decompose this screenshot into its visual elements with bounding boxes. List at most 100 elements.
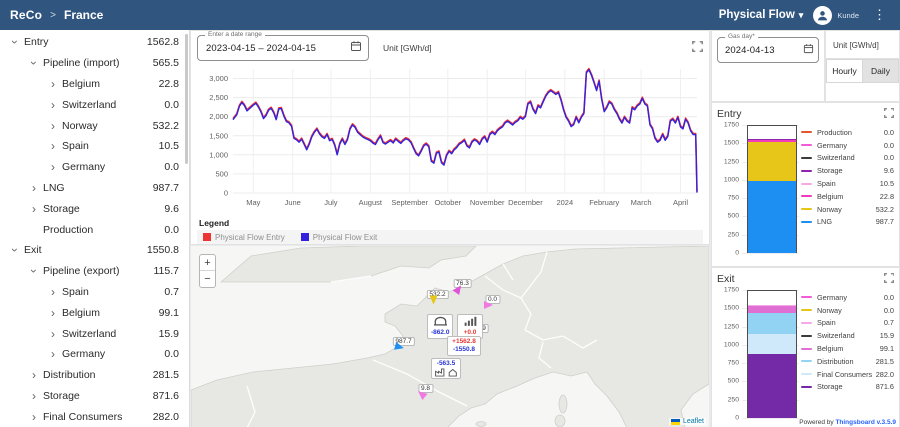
chevron-right-icon[interactable]: › [46,308,60,318]
kebab-menu-icon[interactable]: ⋮ [869,7,890,23]
physical-flow-dropdown[interactable]: Physical Flow ▾ [719,9,804,21]
tree-item-value: 0.7 [164,286,179,298]
chevron-right-icon[interactable]: › [46,100,60,110]
germany-flow-marker[interactable]: 0.0 [488,305,497,313]
map-attribution[interactable]: Leaflet [669,418,706,425]
spain-flow-marker[interactable]: 9.8 [421,394,430,402]
belgium-flow-marker[interactable]: 76.3 [458,289,467,297]
bar-legend-row[interactable]: Final Consumers282.0 [801,368,894,381]
svg-text:November: November [470,198,505,207]
flow-arrow-icon [430,296,438,305]
date-range-field[interactable]: Enter a date range 2023-04-15 – 2024-04-… [197,35,369,61]
tree-item-label: Distribution [43,369,96,381]
zoom-out-button[interactable]: − [200,271,215,287]
legend-label: Production [817,128,884,137]
leaflet-link[interactable]: Leaflet [683,418,704,425]
chevron-right-icon[interactable]: › [27,412,41,422]
tree-row-lng[interactable]: ›LNG987.7 [0,178,189,199]
bar-legend-row[interactable]: Belgium99.1 [801,342,894,355]
tree-row-belgium[interactable]: ›Belgium22.8 [0,74,189,95]
bar-legend-row[interactable]: Storage9.6 [801,164,894,177]
consumption-flow-box[interactable]: -563.5 [431,358,461,379]
breadcrumb-page: France [64,8,103,22]
chevron-down-icon[interactable]: › [10,243,20,257]
sidebar-scrollbar[interactable] [185,34,188,164]
tree-item-value: 0.0 [164,224,179,236]
tree-row-entry[interactable]: ›Entry1562.8 [0,32,189,53]
bar-legend-row[interactable]: Germany0.0 [801,291,894,304]
lng-flow-marker[interactable]: 987.7 [399,347,408,355]
legend-item[interactable]: Physical Flow Entry [203,233,285,242]
norway-flow-marker[interactable]: 532.2 [433,300,442,308]
fullscreen-icon[interactable] [692,39,703,57]
hourly-button[interactable]: Hourly [826,59,862,83]
bar-legend-row[interactable]: Distribution281.5 [801,355,894,368]
tree-row-storage[interactable]: ›Storage9.6 [0,198,189,219]
bar-legend-row[interactable]: Norway0.0 [801,304,894,317]
tree-row-production[interactable]: Production0.0 [0,219,189,240]
bar-legend-row[interactable]: Spain0.7 [801,317,894,330]
chevron-right-icon[interactable]: › [46,287,60,297]
gas-day-field[interactable]: Gas day* 2024-04-13 [717,37,819,63]
tree-row-switzerland[interactable]: ›Switzerland15.9 [0,323,189,344]
tree-row-final-consumers[interactable]: ›Final Consumers282.0 [0,406,189,427]
tree-item-label: Final Consumers [43,411,122,423]
chevron-right-icon[interactable]: › [27,370,41,380]
calendar-icon[interactable] [803,41,814,59]
bar-legend-row[interactable]: Spain10.5 [801,177,894,190]
bar-legend-row[interactable]: Switzerland0.0 [801,152,894,165]
legend-item[interactable]: Physical Flow Exit [301,233,377,242]
tree-row-norway[interactable]: ›Norway532.2 [0,115,189,136]
chevron-down-icon[interactable]: › [10,35,20,49]
fullscreen-icon[interactable] [884,105,894,123]
chevron-right-icon[interactable]: › [46,121,60,131]
bar-legend-row[interactable]: Switzerland15.9 [801,329,894,342]
calendar-icon[interactable] [350,39,362,57]
tree-row-germany[interactable]: ›Germany0.0 [0,157,189,178]
legend-label: Germany [817,141,884,150]
chevron-right-icon[interactable]: › [46,349,60,359]
tree-row-belgium[interactable]: ›Belgium99.1 [0,302,189,323]
bar-legend-row[interactable]: Norway532.2 [801,203,894,216]
tree-row-storage[interactable]: ›Storage871.6 [0,386,189,407]
legend-value: 9.6 [884,166,894,175]
tree-row-exit[interactable]: ›Exit1550.8 [0,240,189,261]
tree-row-spain[interactable]: ›Spain10.5 [0,136,189,157]
zoom-in-button[interactable]: + [200,255,215,271]
ukraine-flag-icon [671,419,680,425]
bar-legend-row[interactable]: Production0.0 [801,126,894,139]
tree-row-distribution[interactable]: ›Distribution 281.5 [0,365,189,386]
chevron-down-icon[interactable]: › [29,264,39,278]
flow-map[interactable]: + − 532.276.30.015.9987.79.8 -862.0 +0.0… [191,246,709,427]
chevron-right-icon[interactable]: › [27,183,41,193]
chevron-right-icon[interactable]: › [27,204,41,214]
legend-swatch [801,157,812,159]
tree-item-value: 0.0 [164,161,179,173]
bar-legend-row[interactable]: Germany0.0 [801,139,894,152]
tree-row-germany[interactable]: ›Germany0.0 [0,344,189,365]
chevron-right-icon[interactable]: › [46,141,60,151]
exit-stacked-bar[interactable]: 02505007501000125015001750 [717,287,801,421]
fullscreen-icon[interactable] [884,270,894,288]
entry-exit-totals-box[interactable]: +1562.8 -1550.8 [447,336,481,356]
chevron-right-icon[interactable]: › [46,79,60,89]
thingsboard-link[interactable]: Thingsboard v.3.5.9 [835,419,896,426]
tree-row-switzerland[interactable]: ›Switzerland0.0 [0,94,189,115]
bar-legend-row[interactable]: LNG987.7 [801,216,894,229]
chevron-right-icon[interactable]: › [27,391,41,401]
daily-button[interactable]: Daily [862,59,899,83]
legend-label: Storage [817,382,876,391]
user-avatar[interactable] [813,6,832,25]
chevron-right-icon[interactable]: › [46,162,60,172]
tree-row-pipeline-export-[interactable]: ›Pipeline (export)115.7 [0,261,189,282]
bar-legend-row[interactable]: Belgium22.8 [801,190,894,203]
entry-stacked-bar[interactable]: 02505007501000125015001750 [717,122,801,256]
chevron-right-icon[interactable]: › [46,329,60,339]
chevron-down-icon[interactable]: › [29,56,39,70]
tree-item-value: 281.5 [153,369,179,381]
tree-row-pipeline-import-[interactable]: ›Pipeline (import)565.5 [0,53,189,74]
flow-line-chart[interactable]: 05001,0001,5002,0002,5003,000MayJuneJuly… [197,61,703,216]
brand[interactable]: ReCo [10,8,42,22]
bar-legend-row[interactable]: Storage871.6 [801,381,894,394]
tree-row-spain[interactable]: ›Spain0.7 [0,282,189,303]
